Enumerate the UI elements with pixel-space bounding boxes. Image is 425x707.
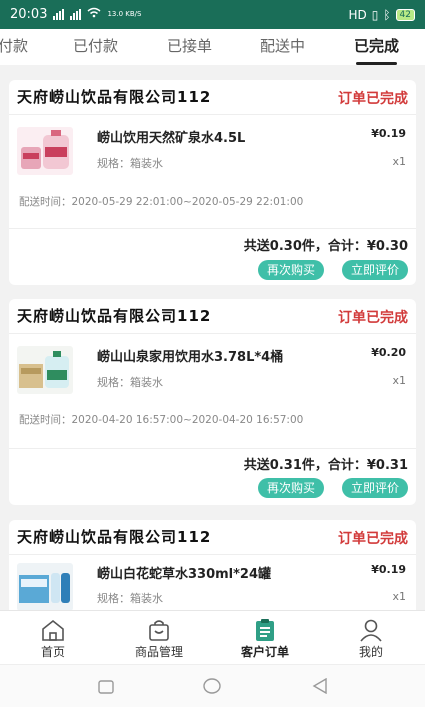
shop-name: 天府崂山饮品有限公司112 — [17, 88, 212, 106]
order-status-tabs: 付款 已付款 已接单 配送中 已完成 — [0, 29, 425, 65]
delivery-time: 配送时间：2020-04-20 16:57:00~2020-04-20 16:5… — [19, 414, 304, 426]
order-card[interactable]: 天府崂山饮品有限公司112 订单已完成 崂山白花蛇草水330ml*24罐 规格：… — [9, 520, 416, 610]
tab-paid[interactable]: 已付款 — [73, 29, 118, 65]
carrier-label: HD — [348, 7, 367, 22]
product-image — [17, 127, 73, 175]
review-button[interactable]: 立即评价 — [341, 260, 408, 280]
review-button[interactable]: 立即评价 — [341, 478, 408, 498]
tab-accepted[interactable]: 已接单 — [167, 29, 212, 65]
shop-name: 天府崂山饮品有限公司112 — [17, 528, 212, 546]
nav-label: 商品管理 — [134, 645, 183, 659]
nav-products[interactable]: 商品管理 — [106, 617, 212, 660]
product-qty: x1 — [392, 155, 406, 168]
wifi-icon — [87, 7, 101, 22]
order-total: 共送0.31件，合计：¥0.31 — [243, 458, 408, 473]
status-bar: 20:03 13.0 KB/S HD ▯ ᛒ 42 — [0, 0, 425, 29]
shopping-bag-icon — [106, 617, 212, 643]
back-icon[interactable] — [312, 677, 328, 698]
order-header: 天府崂山饮品有限公司112 订单已完成 — [9, 299, 416, 334]
shop-name: 天府崂山饮品有限公司112 — [17, 307, 212, 325]
order-status: 订单已完成 — [338, 531, 408, 547]
product-image — [17, 346, 73, 394]
product-name: 崂山饮用天然矿泉水4.5L — [97, 131, 246, 146]
order-card[interactable]: 天府崂山饮品有限公司112 订单已完成 崂山饮用天然矿泉水4.5L 规格：箱装水… — [9, 80, 416, 285]
tab-unpaid[interactable]: 付款 — [0, 29, 28, 65]
order-item[interactable]: 崂山山泉家用饮用水3.78L*4桶 规格：箱装水 ¥0.20 x1 — [9, 334, 416, 408]
product-spec: 规格：箱装水 — [97, 157, 163, 170]
signal-icon — [70, 9, 82, 20]
order-status: 订单已完成 — [338, 310, 408, 326]
order-header: 天府崂山饮品有限公司112 订单已完成 — [9, 80, 416, 115]
system-nav-bar — [0, 664, 425, 707]
delivery-time: 配送时间：2020-05-29 22:01:00~2020-05-29 22:0… — [19, 196, 304, 208]
rebuy-button[interactable]: 再次购买 — [257, 260, 324, 280]
nav-home[interactable]: 首页 — [0, 617, 106, 660]
recent-apps-icon[interactable] — [98, 679, 114, 698]
signal-icon — [53, 9, 65, 20]
order-total: 共送0.30件，合计：¥0.30 — [243, 239, 408, 254]
order-item[interactable]: 崂山白花蛇草水330ml*24罐 规格：箱装水 ¥0.19 x1 — [9, 555, 416, 610]
product-spec: 规格：箱装水 — [97, 376, 163, 389]
divider — [9, 228, 416, 229]
product-qty: x1 — [392, 590, 406, 603]
user-icon — [318, 617, 424, 643]
product-price: ¥0.20 — [371, 346, 406, 359]
nav-mine[interactable]: 我的 — [318, 617, 424, 660]
bottom-nav: 首页 商品管理 客户订单 我的 — [0, 610, 425, 665]
product-price: ¥0.19 — [371, 127, 406, 140]
clock: 20:03 — [10, 7, 48, 22]
product-name: 崂山山泉家用饮用水3.78L*4桶 — [97, 350, 284, 365]
nav-label: 我的 — [358, 645, 383, 659]
order-status: 订单已完成 — [338, 91, 408, 107]
nav-label: 首页 — [40, 645, 65, 659]
divider — [9, 448, 416, 449]
tab-delivering[interactable]: 配送中 — [260, 29, 305, 65]
net-speed: 13.0 KB/S — [107, 10, 142, 18]
nav-orders[interactable]: 客户订单 — [212, 617, 318, 660]
product-spec: 规格：箱装水 — [97, 592, 163, 605]
home-button-icon[interactable] — [203, 678, 221, 698]
rebuy-button[interactable]: 再次购买 — [257, 478, 324, 498]
home-icon — [0, 617, 106, 643]
bluetooth-icon: ᛒ — [383, 7, 391, 22]
order-item[interactable]: 崂山饮用天然矿泉水4.5L 规格：箱装水 ¥0.19 x1 — [9, 115, 416, 189]
product-name: 崂山白花蛇草水330ml*24罐 — [97, 567, 272, 582]
nav-label: 客户订单 — [240, 645, 289, 659]
order-header: 天府崂山饮品有限公司112 订单已完成 — [9, 520, 416, 555]
battery-icon: 42 — [395, 8, 415, 21]
order-card[interactable]: 天府崂山饮品有限公司112 订单已完成 崂山山泉家用饮用水3.78L*4桶 规格… — [9, 299, 416, 505]
clipboard-icon — [212, 617, 318, 643]
vibrate-icon: ▯ — [371, 7, 379, 22]
product-qty: x1 — [392, 374, 406, 387]
product-price: ¥0.19 — [371, 563, 406, 576]
tab-completed[interactable]: 已完成 — [354, 29, 399, 65]
product-image — [17, 563, 73, 610]
